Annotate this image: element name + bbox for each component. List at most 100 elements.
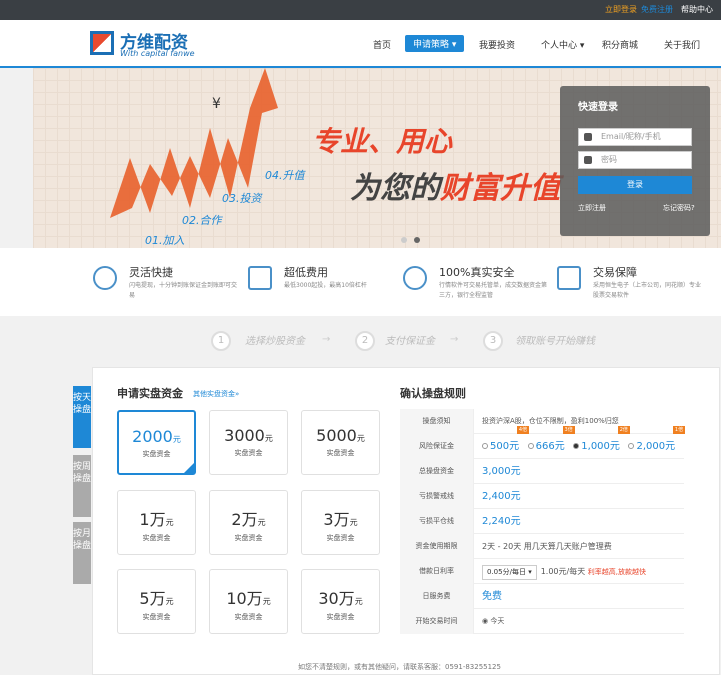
amount-card-2w[interactable]: 2万元 实盘资金 (209, 490, 288, 555)
banner-slogan-2: 为您的财富升值 (350, 163, 560, 207)
nav-home[interactable]: 首页 (373, 38, 391, 51)
leverage-badge: 4倍 (516, 426, 530, 434)
rule-row: 操盘须知 投资沪深A股，仓位不限制，盈利100%归您 (400, 409, 684, 434)
deposit-value: 666元 (535, 441, 565, 452)
deposit-option[interactable]: 1,000元 2倍 (573, 426, 630, 459)
feature-desc: 最低3000起投，最高10倍杠杆 (284, 282, 367, 289)
forgot-password-link[interactable]: 忘记密码? (663, 203, 695, 213)
card-sub: 实盘资金 (326, 534, 355, 542)
rule-value: 投资沪深A股，仓位不限制，盈利100%归您 (482, 417, 619, 425)
deposit-option[interactable]: 500元 4倍 (482, 426, 530, 459)
start-today-option[interactable]: ◉ 今天 (482, 609, 504, 634)
card-sub: 实盘资金 (234, 534, 263, 542)
login-title: 快速登录 (578, 102, 618, 113)
banner-step-4: 04.升值 (265, 169, 305, 182)
logo-tagline: With capital fanwe (120, 49, 195, 58)
rule-label: 亏损平仓线 (400, 509, 474, 534)
tab-monthly[interactable]: 按月操盘 (73, 522, 91, 584)
arrow-right-icon: → (322, 334, 331, 345)
help-link[interactable]: 帮助中心 (681, 4, 713, 15)
chevron-down-icon: ▾ (579, 41, 585, 51)
rule-label: 风险保证金 (400, 434, 474, 459)
logo[interactable]: 方维配资 With capital fanwe (90, 28, 195, 60)
card-amount: 5万 (139, 589, 166, 608)
card-unit: 元 (354, 597, 363, 606)
banner-step-2: 02.合作 (182, 214, 222, 227)
tab-weekly[interactable]: 按周操盘 (73, 455, 91, 517)
rule-row: 亏损平仓线 2,240元 (400, 509, 684, 534)
rate-controls: 0.05分/每日 ▾ 1.00元/每天 利率越高,放款越快 (482, 559, 646, 585)
feature-title: 灵活快捷 (129, 266, 173, 279)
card-unit: 元 (165, 597, 174, 606)
rule-value: 2天 - 20天 用几天算几天账户管理费 (482, 542, 612, 551)
amount-card-10w[interactable]: 10万元 实盘资金 (209, 569, 288, 634)
carousel-dot[interactable] (401, 237, 407, 243)
rule-label: 操盘须知 (400, 409, 474, 434)
footer-note: 如您不清楚规则，或有其他疑问，请联系客服：0591-83255125 (298, 663, 501, 671)
arrow-right-icon: → (450, 334, 459, 345)
nav-about[interactable]: 关于我们 (664, 38, 700, 51)
deposit-value: 2,000元 (636, 441, 676, 452)
rule-value: 3,000元 (482, 466, 521, 477)
deposit-option[interactable]: 2,000元 1倍 (628, 426, 686, 459)
nav-account-label: 个人中心 (541, 41, 578, 51)
card-unit: 元 (257, 518, 266, 527)
step-label-1: 选择炒股资金 (245, 336, 305, 347)
feature-title: 超低费用 (284, 266, 328, 279)
register-link[interactable]: 免费注册 (641, 4, 673, 15)
rules-title: 确认操盘规则 (400, 387, 466, 400)
password-input[interactable]: 密码 (578, 151, 692, 169)
step-label-3: 领取账号开始赚钱 (515, 336, 595, 347)
carousel-dot-active[interactable] (414, 237, 420, 243)
banner-step-1: 01.加入 (145, 234, 185, 247)
deposit-option[interactable]: 666元 3倍 (527, 426, 575, 459)
leverage-badge: 1倍 (672, 426, 686, 434)
nav-points-mall[interactable]: 积分商城 (602, 38, 638, 51)
banner-slogan-2a: 为您的 (350, 171, 440, 206)
yen-card-icon (248, 266, 272, 290)
username-input[interactable]: Email/昵称/手机 (578, 128, 692, 146)
register-now-link[interactable]: 立即注册 (578, 203, 606, 213)
rule-label: 日服务费 (400, 584, 474, 609)
amount-card-2000[interactable]: 2000元 实盘资金 (117, 410, 196, 475)
amount-card-5000[interactable]: 5000元 实盘资金 (301, 410, 380, 475)
rule-value: 今天 (490, 617, 505, 625)
other-funds-link[interactable]: 其他实盘资金» (193, 389, 239, 399)
rate-note: 利率越高,放款越快 (587, 568, 646, 576)
deposit-value: 1,000元 (581, 441, 620, 452)
rule-label: 总操盘资金 (400, 459, 474, 484)
rule-label: 资金使用期限 (400, 534, 474, 559)
logo-icon (90, 31, 114, 55)
rule-label: 开始交易时间 (400, 609, 474, 634)
amount-card-3w[interactable]: 3万元 实盘资金 (301, 490, 380, 555)
rule-row: 资金使用期限 2天 - 20天 用几天算几天账户管理费 (400, 534, 684, 559)
leverage-badge: 3倍 (562, 426, 575, 434)
deposit-options: 500元 4倍 666元 3倍 1,000元 2倍 2,000元 1倍 (482, 426, 686, 459)
card-unit: 元 (264, 434, 273, 443)
card-sub: 实盘资金 (326, 449, 355, 457)
radio-icon: ◉ (482, 617, 489, 625)
rate-value: 1.00元/每天 (540, 567, 586, 576)
amount-card-1w[interactable]: 1万元 实盘资金 (117, 490, 196, 555)
card-sub: 实盘资金 (326, 613, 355, 621)
amount-card-5w[interactable]: 5万元 实盘资金 (117, 569, 196, 634)
card-unit: 元 (349, 518, 358, 527)
amount-card-30w[interactable]: 30万元 实盘资金 (301, 569, 380, 634)
banner-step-3: 03.投资 (222, 192, 262, 205)
tab-daily[interactable]: 按天操盘 (73, 386, 91, 448)
card-amount: 10万 (226, 589, 263, 608)
rate-select[interactable]: 0.05分/每日 ▾ (482, 565, 537, 580)
amount-card-3000[interactable]: 3000元 实盘资金 (209, 410, 288, 475)
card-amount: 2000 (132, 427, 173, 446)
rate-select-value: 0.05分/每日 (487, 568, 526, 576)
deposit-value: 500元 (490, 441, 520, 452)
nav-account[interactable]: 个人中心 ▾ (541, 38, 584, 51)
login-button[interactable]: 登录 (578, 176, 692, 194)
nav-invest[interactable]: 我要投资 (479, 38, 515, 51)
login-link[interactable]: 立即登录 (605, 4, 637, 15)
step-label-2: 支付保证金 (385, 336, 435, 347)
rule-label: 亏损警戒线 (400, 484, 474, 509)
nav-apply[interactable]: 申请策略 ▾ (405, 35, 465, 52)
rule-value: 免费 (482, 591, 502, 602)
card-sub: 实盘资金 (234, 613, 263, 621)
